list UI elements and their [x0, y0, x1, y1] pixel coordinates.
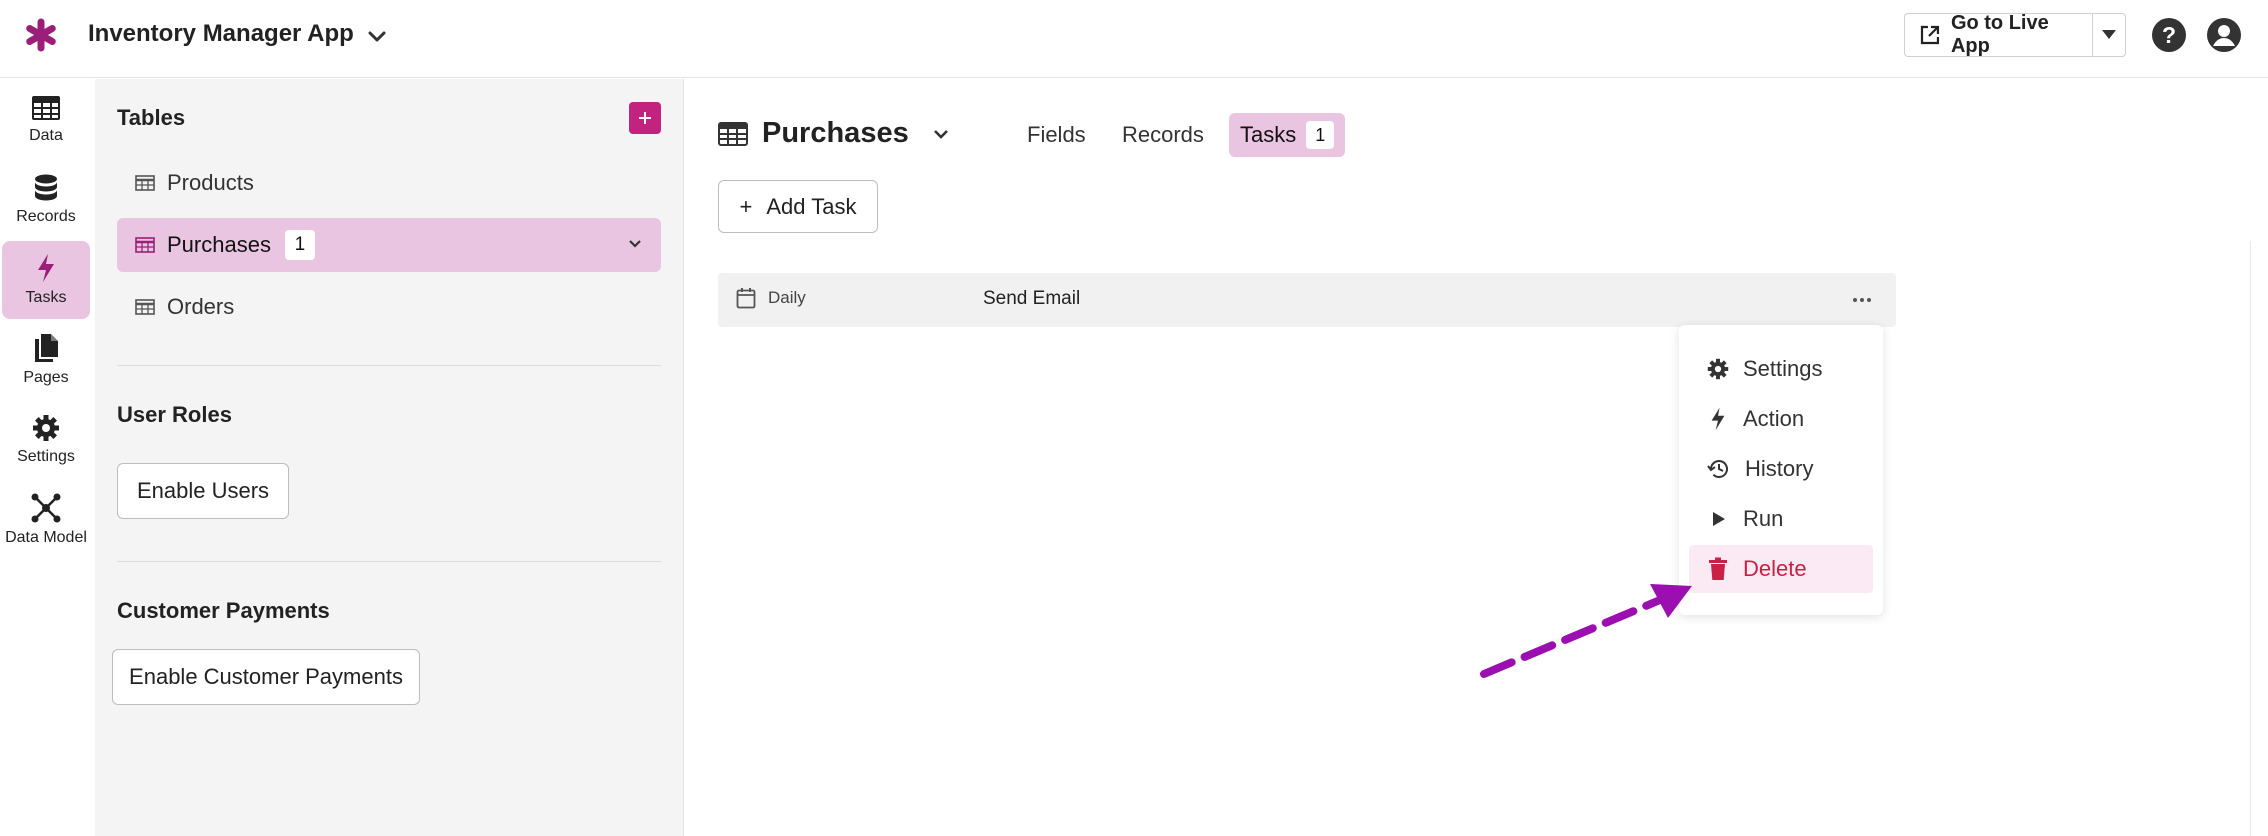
trash-icon [1709, 557, 1727, 580]
top-bar: Inventory Manager App Go to Live App ? [0, 0, 2268, 78]
rail-label-tasks: Tasks [25, 289, 67, 306]
divider [117, 561, 661, 562]
go-to-live-app-label: Go to Live App [1950, 12, 2049, 57]
menu-item-delete[interactable]: Delete [1689, 545, 1873, 593]
add-task-label: Add Task [766, 193, 857, 219]
plus-icon [639, 112, 651, 124]
caret-down-icon [2102, 30, 2116, 39]
menu-item-label: Settings [1743, 356, 1823, 381]
rail-label-pages: Pages [23, 369, 69, 386]
table-icon [135, 175, 155, 191]
data-model-icon [31, 493, 61, 523]
gear-icon [33, 415, 59, 441]
task-name: Send Email [983, 288, 1081, 309]
divider [2250, 241, 2251, 836]
table-item-orders[interactable]: Orders [117, 280, 661, 334]
rail-item-records[interactable]: Records [2, 161, 90, 239]
rail-item-settings[interactable]: Settings [2, 401, 90, 479]
task-schedule-label: Daily [768, 288, 806, 307]
rail-label-records: Records [16, 208, 76, 225]
database-icon [35, 174, 57, 201]
calendar-icon [736, 288, 756, 309]
task-count-badge: 1 [284, 230, 315, 260]
table-icon [32, 96, 60, 120]
table-icon [718, 121, 748, 146]
rail-item-data[interactable]: Data [2, 81, 90, 159]
gear-icon [1707, 358, 1729, 380]
divider [117, 365, 661, 366]
annotation-arrow [1480, 584, 1692, 678]
rail-label-settings: Settings [17, 448, 75, 465]
table-label: Orders [167, 294, 235, 319]
app-title[interactable]: Inventory Manager App [88, 20, 354, 48]
table-icon [135, 237, 155, 253]
page-title: Purchases [762, 117, 909, 149]
history-icon [1707, 460, 1728, 478]
user-roles-heading: User Roles [117, 402, 232, 427]
svg-text:?: ? [2162, 22, 2176, 48]
table-label: Products [167, 170, 254, 195]
go-to-live-app-button[interactable]: Go to Live App [1904, 12, 2092, 57]
menu-item-run[interactable]: Run [1689, 495, 1873, 543]
play-icon [1713, 512, 1725, 526]
enable-customer-payments-button[interactable]: Enable Customer Payments [112, 649, 420, 705]
menu-item-settings[interactable]: Settings [1689, 345, 1873, 393]
menu-item-history[interactable]: History [1689, 445, 1873, 493]
bolt-icon [38, 254, 54, 282]
left-nav-rail: Data Records Tasks Pages Settings Data M… [0, 79, 95, 836]
tables-heading: Tables [117, 105, 186, 130]
table-label: Purchases [167, 232, 271, 257]
user-account-icon[interactable] [2206, 17, 2242, 53]
task-count-badge: 1 [1306, 121, 1335, 149]
plus-icon: + [739, 193, 753, 219]
rail-item-tasks[interactable]: Tasks [2, 241, 90, 319]
table-item-products[interactable]: Products [117, 156, 661, 210]
tables-panel: Tables Products Purchases 1 Orders User … [95, 79, 683, 836]
tab-records[interactable]: Records [1111, 113, 1215, 157]
task-options-menu: Settings Action History Run Delete [1679, 325, 1883, 615]
rail-item-data-model[interactable]: Data Model [2, 481, 90, 559]
task-schedule: Daily [736, 287, 806, 309]
page-header: Purchases [718, 117, 951, 150]
chevron-down-icon[interactable] [364, 24, 390, 50]
rail-item-pages[interactable]: Pages [2, 321, 90, 399]
customer-payments-heading: Customer Payments [117, 598, 330, 623]
more-options-icon[interactable] [1852, 290, 1872, 310]
chevron-down-icon[interactable] [931, 124, 951, 144]
app-logo-icon[interactable] [24, 18, 58, 52]
add-table-button[interactable] [629, 102, 661, 134]
task-row[interactable]: Daily Send Email [718, 273, 1896, 327]
table-item-purchases[interactable]: Purchases 1 [117, 218, 661, 272]
tab-tasks[interactable]: Tasks 1 [1229, 113, 1346, 157]
table-icon [135, 299, 155, 315]
tab-label: Records [1122, 122, 1204, 147]
menu-item-label: Delete [1743, 556, 1807, 581]
rail-label-data-model: Data Model [5, 529, 87, 546]
menu-item-action[interactable]: Action [1689, 395, 1873, 443]
live-app-options-button[interactable] [2092, 13, 2126, 57]
tab-label: Fields [1027, 122, 1086, 147]
help-icon[interactable]: ? [2151, 17, 2187, 53]
chevron-down-icon[interactable] [627, 236, 643, 252]
menu-item-label: Action [1743, 406, 1805, 431]
tab-fields[interactable]: Fields [1016, 113, 1097, 157]
bolt-icon [1711, 407, 1725, 431]
add-task-button[interactable]: + Add Task [718, 180, 878, 233]
main-content: Purchases Fields Records Tasks 1 + Add T… [683, 79, 2268, 836]
external-link-icon [1920, 25, 1940, 45]
tab-label: Tasks [1240, 122, 1297, 147]
pages-icon [35, 334, 58, 362]
menu-item-label: Run [1743, 506, 1784, 531]
enable-users-button[interactable]: Enable Users [117, 463, 289, 519]
rail-label-data: Data [29, 127, 63, 144]
menu-item-label: History [1745, 456, 1814, 481]
